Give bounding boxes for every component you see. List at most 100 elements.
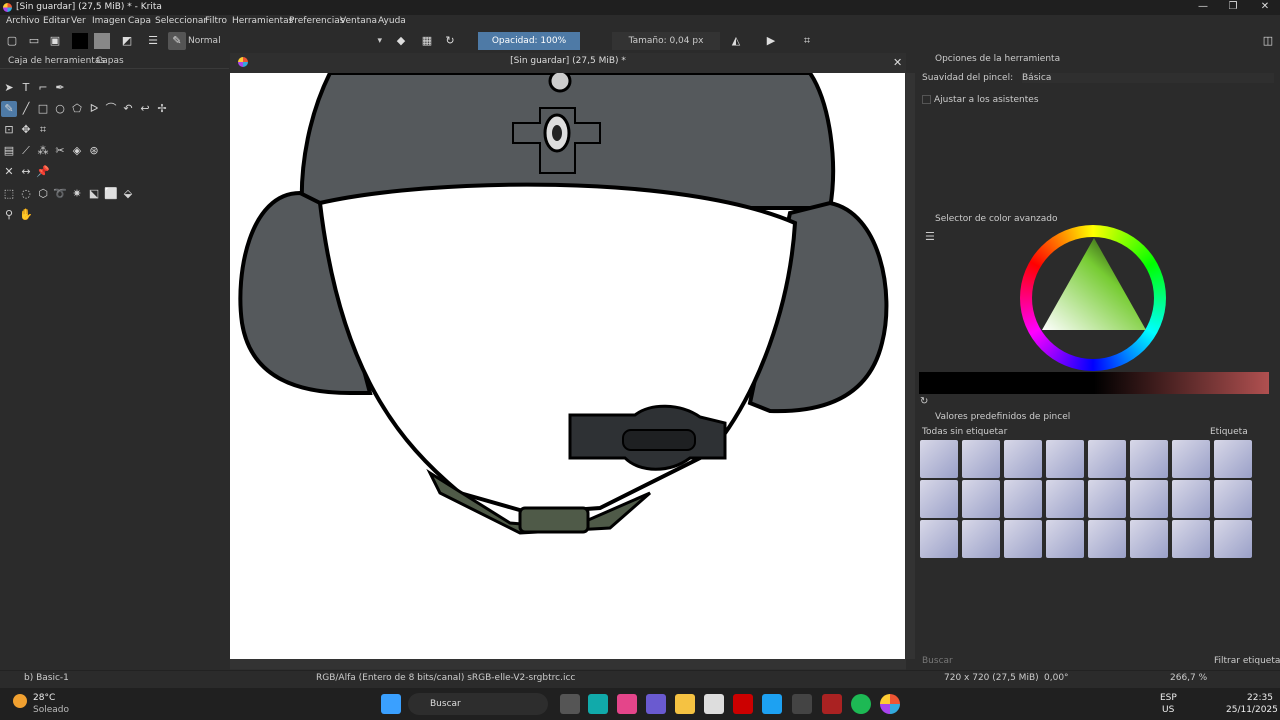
brush-preset[interactable] [1172, 440, 1210, 478]
freehand-path-icon[interactable]: ↶ [120, 101, 136, 117]
zoom-tool-icon[interactable]: ⚲ [1, 207, 17, 223]
brush-preset[interactable] [920, 480, 958, 518]
menu-filtro[interactable]: Filtro [205, 16, 227, 26]
transform-tool-icon[interactable]: ⊡ [1, 122, 17, 138]
clock-time[interactable]: 22:35 [1247, 693, 1273, 703]
wrap-around-icon[interactable]: ⌗ [798, 32, 816, 50]
contiguous-select-icon[interactable]: ✷ [69, 186, 85, 202]
dynamic-brush-icon[interactable]: ↩ [137, 101, 153, 117]
enclose-fill-icon[interactable]: ⊛ [86, 143, 102, 159]
tag-label[interactable]: Etiqueta [1210, 427, 1248, 437]
status-rotation[interactable]: 0,00° [1044, 673, 1069, 683]
ellipse-select-icon[interactable]: ◌ [18, 186, 34, 202]
background-color-swatch[interactable] [94, 33, 110, 49]
brush-preset[interactable] [1088, 520, 1126, 558]
rectangle-tool-icon[interactable]: □ [35, 101, 51, 117]
color-history-bar[interactable] [919, 372, 1269, 394]
brush-preset[interactable] [1088, 440, 1126, 478]
magnetic-select-icon[interactable]: ⬙ [120, 186, 136, 202]
keyboard-language[interactable]: ESP [1160, 693, 1177, 703]
windows-start-icon[interactable] [381, 694, 401, 714]
brush-preset[interactable] [1046, 480, 1084, 518]
menu-herramientas[interactable]: Herramientas [232, 16, 293, 26]
vertical-scrollbar[interactable] [906, 73, 915, 659]
twitter-icon[interactable] [762, 694, 782, 714]
app-icon[interactable] [617, 694, 637, 714]
copilot-icon[interactable] [646, 694, 666, 714]
smart-patch-icon[interactable]: ⁂ [35, 143, 51, 159]
mirror-horizontal-icon[interactable]: ◭ [727, 32, 745, 50]
mirror-vertical-icon[interactable]: ▶ [762, 32, 780, 50]
assistant-tool-icon[interactable]: ✕ [1, 164, 17, 180]
eraser-icon[interactable]: ◆ [392, 32, 410, 50]
menu-editar[interactable]: Editar [43, 16, 70, 26]
brush-preset[interactable] [920, 440, 958, 478]
brush-preset[interactable] [1046, 440, 1084, 478]
measure-tool-icon[interactable]: ↔ [18, 164, 34, 180]
calligraphy-icon[interactable]: ✒ [52, 80, 68, 96]
similar-select-icon[interactable]: ⬕ [86, 186, 102, 202]
brush-preset[interactable] [1004, 480, 1042, 518]
text-tool-icon[interactable]: T [18, 80, 34, 96]
blend-mode-select[interactable]: Normal ▾ [188, 32, 388, 50]
netflix-icon[interactable] [733, 694, 753, 714]
app-icon[interactable] [792, 694, 812, 714]
reload-preset-icon[interactable]: ↻ [441, 32, 459, 50]
line-tool-icon[interactable]: ╱ [18, 101, 34, 117]
freehand-select-icon[interactable]: ➰ [52, 186, 68, 202]
fill-tool-icon[interactable]: ◈ [69, 143, 85, 159]
color-settings-icon[interactable]: ☰ [925, 230, 935, 243]
workspace-icon[interactable]: ◫ [1259, 32, 1277, 50]
edit-shapes-icon[interactable]: ⌐ [35, 80, 51, 96]
brush-preset[interactable] [1214, 480, 1252, 518]
close-button[interactable]: ✕ [1250, 0, 1280, 15]
edge-icon[interactable] [588, 694, 608, 714]
keyboard-region[interactable]: US [1162, 705, 1174, 715]
brush-preset[interactable] [1046, 520, 1084, 558]
task-view-icon[interactable] [560, 694, 580, 714]
tag-filter-select[interactable]: Todas sin etiquetar [922, 427, 1007, 437]
horizontal-scrollbar[interactable] [230, 659, 906, 669]
rect-select-icon[interactable]: ⬚ [1, 186, 17, 202]
new-document-icon[interactable]: ▢ [3, 32, 21, 50]
krita-taskbar-icon[interactable] [880, 694, 900, 714]
minimize-button[interactable]: — [1188, 0, 1218, 15]
freehand-brush-icon[interactable]: ✎ [1, 101, 17, 117]
spotify-icon[interactable] [851, 694, 871, 714]
close-document-icon[interactable]: ✕ [893, 56, 902, 69]
opacity-slider[interactable]: Opacidad: 100% [478, 32, 580, 50]
bezier-tool-icon[interactable]: ⌒ [103, 101, 119, 117]
brush-preset[interactable] [1172, 480, 1210, 518]
tab-layers[interactable]: Capas [96, 56, 124, 66]
brush-preset[interactable] [1004, 520, 1042, 558]
polygon-select-icon[interactable]: ⬡ [35, 186, 51, 202]
brush-preset[interactable] [1088, 480, 1126, 518]
move-tool-icon[interactable]: ✥ [18, 122, 34, 138]
brush-preset[interactable] [1004, 440, 1042, 478]
tab-toolbox[interactable]: Caja de herramientas [8, 56, 105, 66]
multibrush-icon[interactable]: ✢ [154, 101, 170, 117]
brush-preset[interactable] [1214, 440, 1252, 478]
brush-search-input[interactable]: Buscar [922, 656, 953, 666]
save-icon[interactable]: ▣ [46, 32, 64, 50]
brush-preset[interactable] [1172, 520, 1210, 558]
polygon-tool-icon[interactable]: ⬠ [69, 101, 85, 117]
menu-archivo[interactable]: Archivo [6, 16, 40, 26]
brush-preset[interactable] [962, 480, 1000, 518]
refresh-icon[interactable]: ↻ [920, 396, 928, 407]
polyline-tool-icon[interactable]: ᐅ [86, 101, 102, 117]
select-tool-icon[interactable]: ➤ [1, 80, 17, 96]
brush-preset[interactable] [1130, 440, 1168, 478]
maximize-button[interactable]: ❐ [1218, 0, 1248, 15]
brush-size-slider[interactable]: Tamaño: 0,04 px [612, 32, 720, 50]
crop-tool-icon[interactable]: ⌗ [35, 122, 51, 138]
ellipse-tool-icon[interactable]: ○ [52, 101, 68, 117]
brush-preset-icon[interactable]: ✎ [168, 32, 186, 50]
brush-preset[interactable] [962, 440, 1000, 478]
bezier-select-icon[interactable]: ⬜ [103, 186, 119, 202]
menu-capa[interactable]: Capa [128, 16, 151, 26]
brush-preset[interactable] [920, 520, 958, 558]
colorize-mask-icon[interactable]: ✂ [52, 143, 68, 159]
file-explorer-icon[interactable] [675, 694, 695, 714]
menu-ayuda[interactable]: Ayuda [378, 16, 406, 26]
